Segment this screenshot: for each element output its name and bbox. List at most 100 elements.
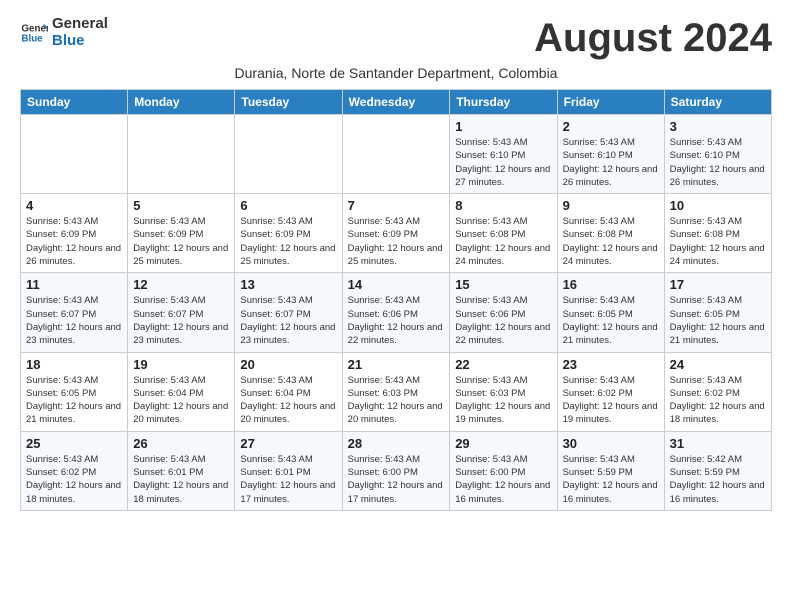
day-info: Sunrise: 5:43 AM Sunset: 6:05 PM Dayligh… [563, 294, 659, 347]
logo: General Blue General Blue [20, 16, 108, 49]
day-info: Sunrise: 5:43 AM Sunset: 6:10 PM Dayligh… [455, 136, 551, 189]
calendar-header-row: SundayMondayTuesdayWednesdayThursdayFrid… [21, 90, 772, 115]
weekday-header-wednesday: Wednesday [342, 90, 450, 115]
day-number: 24 [670, 357, 766, 372]
calendar-table: SundayMondayTuesdayWednesdayThursdayFrid… [20, 89, 772, 511]
calendar-cell: 15Sunrise: 5:43 AM Sunset: 6:06 PM Dayli… [450, 273, 557, 352]
calendar-cell: 14Sunrise: 5:43 AM Sunset: 6:06 PM Dayli… [342, 273, 450, 352]
weekday-header-thursday: Thursday [450, 90, 557, 115]
calendar-cell: 11 Sunrise: 5:43 AM Sunset: 6:07 PM Dayli… [21, 273, 128, 352]
day-info: Sunrise: 5:43 AM Sunset: 6:03 PM Dayligh… [455, 374, 551, 427]
day-info: Sunrise: 5:43 AM Sunset: 6:09 PM Dayligh… [133, 215, 229, 268]
day-info: Sunrise: 5:43 AM Sunset: 6:01 PM Dayligh… [133, 453, 229, 506]
calendar-cell [128, 115, 235, 194]
day-number: 29 [455, 436, 551, 451]
logo-text: General Blue [52, 16, 108, 49]
day-info: Sunrise: 5:43 AM Sunset: 6:09 PM Dayligh… [240, 215, 336, 268]
day-info: Sunrise: 5:43 AM Sunset: 6:07 PM Dayligh… [240, 294, 336, 347]
day-number: 14 [348, 277, 445, 292]
day-info: Sunrise: 5:43 AM Sunset: 6:04 PM Dayligh… [240, 374, 336, 427]
day-number: 26 [133, 436, 229, 451]
day-number: 16 [563, 277, 659, 292]
day-number: 1 [455, 119, 551, 134]
day-info: Sunrise: 5:43 AM Sunset: 6:10 PM Dayligh… [670, 136, 766, 189]
weekday-header-friday: Friday [557, 90, 664, 115]
calendar-cell: 25Sunrise: 5:43 AM Sunset: 6:02 PM Dayli… [21, 431, 128, 510]
calendar-cell: 8 Sunrise: 5:43 AM Sunset: 6:08 PM Daylig… [450, 194, 557, 273]
calendar-cell: 21 Sunrise: 5:43 AM Sunset: 6:03 PM Dayli… [342, 352, 450, 431]
day-info: Sunrise: 5:43 AM Sunset: 6:01 PM Dayligh… [240, 453, 336, 506]
calendar-cell: 17 Sunrise: 5:43 AM Sunset: 6:05 PM Dayli… [664, 273, 771, 352]
day-number: 6 [240, 198, 336, 213]
calendar-cell [342, 115, 450, 194]
day-info: Sunrise: 5:43 AM Sunset: 6:00 PM Dayligh… [348, 453, 445, 506]
day-number: 21 [348, 357, 445, 372]
calendar-cell [21, 115, 128, 194]
day-number: 13 [240, 277, 336, 292]
calendar-cell: 6 Sunrise: 5:43 AM Sunset: 6:09 PM Daylig… [235, 194, 342, 273]
day-info: Sunrise: 5:43 AM Sunset: 6:04 PM Dayligh… [133, 374, 229, 427]
day-number: 11 [26, 277, 122, 292]
logo-line2: Blue [52, 32, 85, 49]
day-info: Sunrise: 5:43 AM Sunset: 5:59 PM Dayligh… [563, 453, 659, 506]
day-info: Sunrise: 5:43 AM Sunset: 6:03 PM Dayligh… [348, 374, 445, 427]
day-info: Sunrise: 5:43 AM Sunset: 6:09 PM Dayligh… [26, 215, 122, 268]
calendar-week-row: 4Sunrise: 5:43 AM Sunset: 6:09 PM Daylig… [21, 194, 772, 273]
day-number: 27 [240, 436, 336, 451]
calendar-subtitle: Durania, Norte de Santander Department, … [20, 65, 772, 81]
day-info: Sunrise: 5:43 AM Sunset: 6:08 PM Dayligh… [455, 215, 551, 268]
day-info: Sunrise: 5:43 AM Sunset: 6:08 PM Dayligh… [563, 215, 659, 268]
day-number: 5 [133, 198, 229, 213]
day-info: Sunrise: 5:43 AM Sunset: 6:05 PM Dayligh… [26, 374, 122, 427]
calendar-cell: 12Sunrise: 5:43 AM Sunset: 6:07 PM Dayli… [128, 273, 235, 352]
calendar-cell: 3 Sunrise: 5:43 AM Sunset: 6:10 PM Daylig… [664, 115, 771, 194]
calendar-cell: 4Sunrise: 5:43 AM Sunset: 6:09 PM Daylig… [21, 194, 128, 273]
day-number: 9 [563, 198, 659, 213]
day-info: Sunrise: 5:43 AM Sunset: 6:00 PM Dayligh… [455, 453, 551, 506]
weekday-header-sunday: Sunday [21, 90, 128, 115]
day-info: Sunrise: 5:42 AM Sunset: 5:59 PM Dayligh… [670, 453, 766, 506]
calendar-cell: 2 Sunrise: 5:43 AM Sunset: 6:10 PM Daylig… [557, 115, 664, 194]
day-number: 8 [455, 198, 551, 213]
day-info: Sunrise: 5:43 AM Sunset: 6:02 PM Dayligh… [563, 374, 659, 427]
calendar-cell: 29 Sunrise: 5:43 AM Sunset: 6:00 PM Dayli… [450, 431, 557, 510]
header: General Blue General Blue August 2024 [20, 16, 772, 61]
day-info: Sunrise: 5:43 AM Sunset: 6:05 PM Dayligh… [670, 294, 766, 347]
svg-text:Blue: Blue [21, 33, 43, 44]
day-number: 28 [348, 436, 445, 451]
calendar-cell: 13 Sunrise: 5:43 AM Sunset: 6:07 PM Dayli… [235, 273, 342, 352]
day-info: Sunrise: 5:43 AM Sunset: 6:10 PM Dayligh… [563, 136, 659, 189]
day-number: 3 [670, 119, 766, 134]
logo-icon: General Blue [20, 19, 48, 47]
calendar-cell: 18 Sunrise: 5:43 AM Sunset: 6:05 PM Dayli… [21, 352, 128, 431]
day-number: 17 [670, 277, 766, 292]
calendar-cell: 26 Sunrise: 5:43 AM Sunset: 6:01 PM Dayli… [128, 431, 235, 510]
calendar-week-row: 18 Sunrise: 5:43 AM Sunset: 6:05 PM Dayli… [21, 352, 772, 431]
month-title: August 2024 [534, 16, 772, 61]
weekday-header-monday: Monday [128, 90, 235, 115]
calendar-cell: 5 Sunrise: 5:43 AM Sunset: 6:09 PM Daylig… [128, 194, 235, 273]
day-info: Sunrise: 5:43 AM Sunset: 6:09 PM Dayligh… [348, 215, 445, 268]
day-number: 22 [455, 357, 551, 372]
day-number: 20 [240, 357, 336, 372]
calendar-week-row: 1 Sunrise: 5:43 AM Sunset: 6:10 PM Daylig… [21, 115, 772, 194]
day-number: 18 [26, 357, 122, 372]
calendar-cell: 30Sunrise: 5:43 AM Sunset: 5:59 PM Dayli… [557, 431, 664, 510]
day-number: 15 [455, 277, 551, 292]
logo-line1: General [52, 15, 108, 32]
calendar-week-row: 11 Sunrise: 5:43 AM Sunset: 6:07 PM Dayli… [21, 273, 772, 352]
calendar-cell: 28 Sunrise: 5:43 AM Sunset: 6:00 PM Dayli… [342, 431, 450, 510]
day-info: Sunrise: 5:43 AM Sunset: 6:08 PM Dayligh… [670, 215, 766, 268]
day-info: Sunrise: 5:43 AM Sunset: 6:02 PM Dayligh… [26, 453, 122, 506]
day-number: 19 [133, 357, 229, 372]
weekday-header-tuesday: Tuesday [235, 90, 342, 115]
calendar-cell: 24 Sunrise: 5:43 AM Sunset: 6:02 PM Dayli… [664, 352, 771, 431]
day-number: 2 [563, 119, 659, 134]
day-info: Sunrise: 5:43 AM Sunset: 6:07 PM Dayligh… [26, 294, 122, 347]
calendar-week-row: 25Sunrise: 5:43 AM Sunset: 6:02 PM Dayli… [21, 431, 772, 510]
calendar-cell: 19 Sunrise: 5:43 AM Sunset: 6:04 PM Dayli… [128, 352, 235, 431]
calendar-cell: 31Sunrise: 5:42 AM Sunset: 5:59 PM Dayli… [664, 431, 771, 510]
day-info: Sunrise: 5:43 AM Sunset: 6:02 PM Dayligh… [670, 374, 766, 427]
calendar-cell: 22 Sunrise: 5:43 AM Sunset: 6:03 PM Dayli… [450, 352, 557, 431]
calendar-cell: 9 Sunrise: 5:43 AM Sunset: 6:08 PM Daylig… [557, 194, 664, 273]
